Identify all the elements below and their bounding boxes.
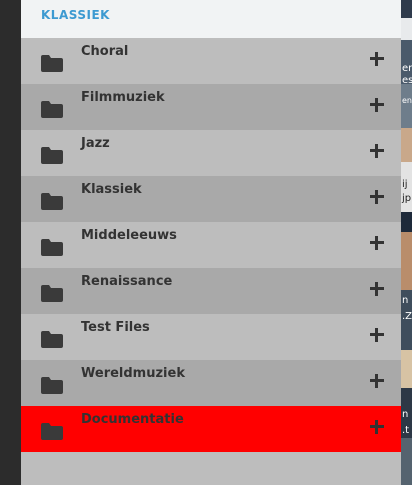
folder-icon [41, 331, 63, 348]
plus-icon[interactable] [370, 374, 384, 388]
background-text: en [402, 96, 412, 105]
background-text: n [402, 295, 409, 306]
category-item-label: Wereldmuziek [81, 366, 185, 381]
category-item-label: Choral [81, 44, 129, 59]
plus-icon[interactable] [370, 144, 384, 158]
folder-icon [41, 423, 63, 440]
category-item-label: Filmmuziek [81, 90, 165, 105]
background-thumbnail [401, 128, 412, 162]
plus-icon[interactable] [370, 282, 384, 296]
category-item-middeleeuws[interactable]: Middeleeuws [21, 222, 401, 268]
category-item-label: Test Files [81, 320, 150, 335]
background-thumbnail: n .Z [401, 290, 412, 350]
category-item-filmmuziek[interactable]: Filmmuziek [21, 84, 401, 130]
category-item-label: Middeleeuws [81, 228, 177, 243]
category-item-label: Jazz [81, 136, 110, 151]
background-text: .Z [402, 311, 412, 322]
background-text: jp [402, 193, 412, 204]
background-thumbnail [401, 18, 412, 40]
background-content-strip: en es en ij jp n .Z n .t [401, 0, 412, 485]
background-text: en [402, 63, 412, 74]
panel-title: KLASSIEK [41, 8, 110, 22]
background-thumbnail [401, 212, 412, 232]
folder-icon [41, 55, 63, 72]
background-left-edge [0, 0, 21, 485]
plus-icon[interactable] [370, 420, 384, 434]
background-thumbnail [401, 350, 412, 388]
category-item-klassiek[interactable]: Klassiek [21, 176, 401, 222]
plus-icon[interactable] [370, 328, 384, 342]
category-item-label: Documentatie [81, 412, 184, 427]
folder-icon [41, 101, 63, 118]
category-item-label: Klassiek [81, 182, 142, 197]
panel-header: KLASSIEK [21, 0, 401, 38]
category-item-renaissance[interactable]: Renaissance [21, 268, 401, 314]
category-item-test-files[interactable]: Test Files [21, 314, 401, 360]
background-text: ij [402, 179, 408, 190]
background-text: n [402, 409, 409, 420]
background-thumbnail: ij jp [401, 162, 412, 212]
category-list: Choral Filmmuziek Jazz Klassiek Middeleeuws R… [21, 38, 401, 452]
background-thumbnail [401, 0, 412, 18]
category-item-wereldmuziek[interactable]: Wereldmuziek [21, 360, 401, 406]
category-menu-panel: KLASSIEK Choral Filmmuziek Jazz Klassiek Mid… [21, 0, 401, 485]
category-item-choral[interactable]: Choral [21, 38, 401, 84]
folder-icon [41, 147, 63, 164]
plus-icon[interactable] [370, 98, 384, 112]
folder-icon [41, 239, 63, 256]
plus-icon[interactable] [370, 236, 384, 250]
background-thumbnail [401, 232, 412, 290]
folder-icon [41, 193, 63, 210]
category-item-documentatie[interactable]: Documentatie [21, 406, 401, 452]
background-thumbnail: en [401, 84, 412, 128]
background-thumbnail: en es [401, 40, 412, 86]
background-thumbnail: n .t [401, 388, 412, 438]
plus-icon[interactable] [370, 52, 384, 66]
background-text: .t [402, 425, 410, 436]
background-thumbnail [401, 438, 412, 485]
plus-icon[interactable] [370, 190, 384, 204]
folder-icon [41, 285, 63, 302]
category-item-jazz[interactable]: Jazz [21, 130, 401, 176]
folder-icon [41, 377, 63, 394]
category-item-label: Renaissance [81, 274, 173, 289]
